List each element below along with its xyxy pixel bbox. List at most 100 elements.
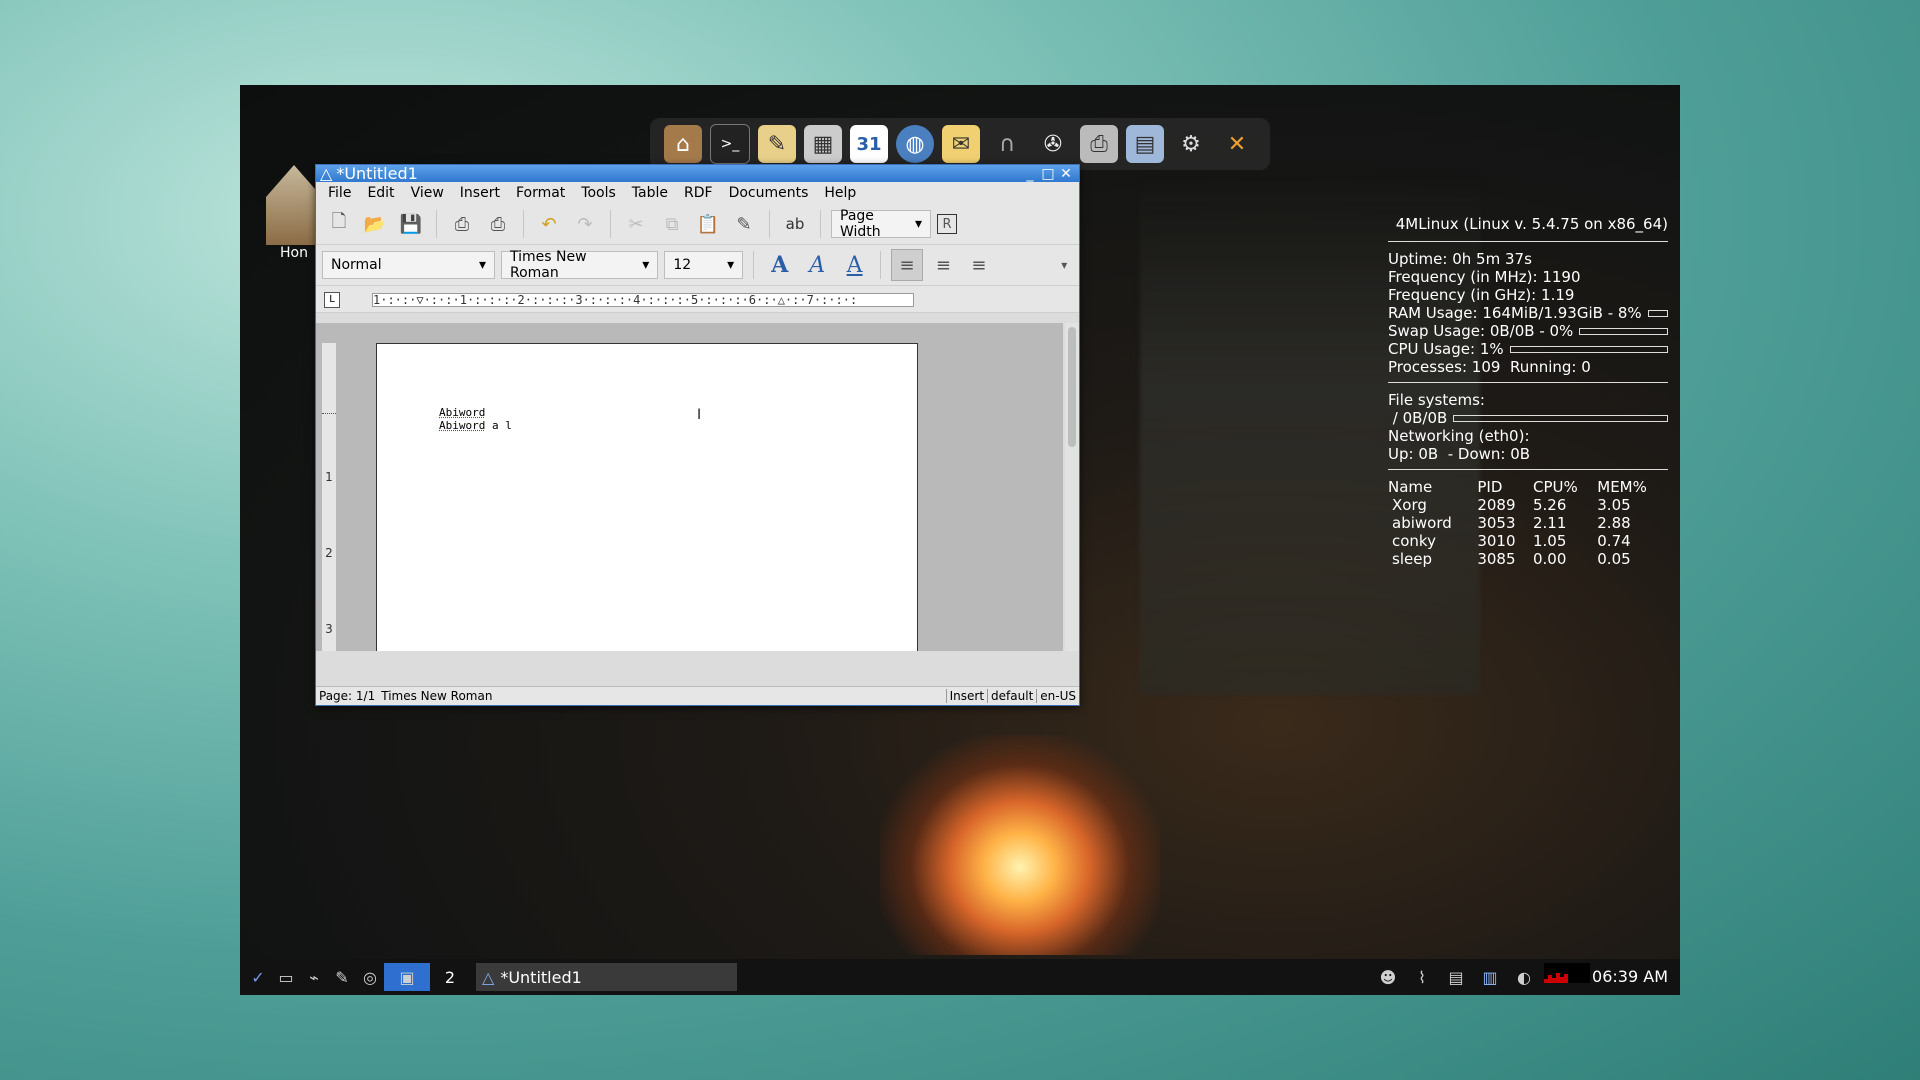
align-right-icon[interactable]: ≡ — [964, 250, 993, 280]
ram-label: RAM Usage: — [1388, 304, 1478, 322]
scrollbar-thumb[interactable] — [1068, 327, 1076, 447]
volume-icon[interactable]: ◐ — [1510, 963, 1538, 991]
clipboard-icon[interactable]: ▤ — [1442, 963, 1470, 991]
printer-icon[interactable]: ⎙ — [1080, 125, 1118, 163]
text-cursor-icon: I — [697, 407, 702, 423]
mail-icon[interactable]: ✉ — [942, 125, 980, 163]
text-line-rest: a l — [485, 419, 512, 432]
copy-icon[interactable]: ⧉ — [657, 209, 687, 239]
titlebar[interactable]: △ *Untitled1 _ □ ✕ — [316, 164, 1079, 183]
workspace-number[interactable]: 2 — [436, 963, 464, 991]
cell: 0.05 — [1597, 550, 1631, 568]
drive-icon[interactable]: ▭ — [272, 963, 300, 991]
size-select[interactable]: 12 ▾ — [664, 251, 744, 279]
settings-icon[interactable]: ⚙ — [1172, 125, 1210, 163]
cell: 3053 — [1477, 514, 1516, 532]
calendar-icon[interactable]: 31 — [850, 125, 888, 163]
save-icon[interactable]: 💾 — [396, 209, 426, 239]
underline-icon[interactable]: A — [839, 253, 870, 278]
undo-icon[interactable]: ↶ — [534, 209, 564, 239]
cell: 2089 — [1477, 496, 1516, 514]
tab-stop-icon[interactable]: L — [324, 292, 340, 308]
ram-bar — [1647, 309, 1668, 317]
rdf-icon[interactable]: R — [937, 214, 957, 234]
calculator-icon[interactable]: ▦ — [804, 125, 842, 163]
vertical-scrollbar[interactable] — [1065, 323, 1079, 651]
document-page[interactable]: Abiword Abiword a l — [376, 343, 918, 651]
spellcheck-icon[interactable]: ab — [780, 209, 810, 239]
menu-insert[interactable]: Insert — [452, 185, 508, 201]
style-select[interactable]: Normal ▾ — [322, 251, 495, 279]
menu-format[interactable]: Format — [508, 185, 573, 201]
align-left-icon[interactable]: ≡ — [891, 249, 923, 281]
uptime-label: Uptime: — [1388, 250, 1448, 268]
taskbar: ✓ ▭ ⌁ ✎ ◎ ▣ 2 △ *Untitled1 ☻ ⌇ ▤ ▥ ◐ 06:… — [240, 959, 1680, 995]
swap-row: Swap Usage: 0B/0B - 0% — [1388, 322, 1668, 340]
horizontal-ruler[interactable]: L 1·:·:·▽·:·:·1·:·:·:·2·:·:·:·3·:·:·:·4·… — [316, 286, 1079, 313]
document-area[interactable]: 1 2 3 Abiword Abiword a l — [316, 323, 1063, 651]
document-text[interactable]: Abiword Abiword a l — [439, 406, 512, 432]
menu-rdf[interactable]: RDF — [676, 185, 721, 201]
paste-icon[interactable]: 📋 — [693, 209, 723, 239]
toolbar-separator — [753, 251, 755, 279]
tools-icon[interactable]: ✎ — [328, 963, 356, 991]
format-painter-icon[interactable]: ✎ — [729, 209, 759, 239]
uptime-row: Uptime: 0h 5m 37s — [1388, 250, 1668, 268]
menu-table[interactable]: Table — [624, 185, 676, 201]
cell: Xorg — [1392, 496, 1427, 514]
menu-help[interactable]: Help — [816, 185, 864, 201]
print-icon[interactable]: ⎙ — [447, 209, 477, 239]
menu-documents[interactable]: Documents — [721, 185, 817, 201]
col-header: PID — [1477, 478, 1503, 496]
menu-edit[interactable]: Edit — [359, 185, 402, 201]
start-menu-icon[interactable]: ✓ — [244, 963, 272, 991]
media-icon[interactable]: ✇ — [1034, 125, 1072, 163]
cut-icon[interactable]: ✂ — [621, 209, 651, 239]
clock[interactable]: 06:39 AM — [1592, 967, 1668, 986]
task-button-untitled1[interactable]: △ *Untitled1 — [476, 963, 737, 991]
vruler-number: 1 — [325, 470, 333, 484]
cpu-value: 1% — [1479, 340, 1504, 358]
font-select[interactable]: Times New Roman ▾ — [501, 249, 659, 281]
size-value: 12 — [673, 257, 692, 273]
align-center-icon[interactable]: ≡ — [929, 250, 958, 280]
redo-icon[interactable]: ↷ — [570, 209, 600, 239]
network-tray-icon[interactable]: ▥ — [1476, 963, 1504, 991]
file-manager-icon[interactable]: ▤ — [1126, 125, 1164, 163]
disc-icon[interactable]: ◎ — [356, 963, 384, 991]
browser-icon[interactable]: ◍ — [896, 125, 934, 163]
text-editor-icon[interactable]: ✎ — [758, 125, 796, 163]
col-header: Name — [1388, 478, 1433, 496]
system-tray: ☻ ⌇ ▤ ▥ ◐ — [1374, 963, 1590, 991]
menu-view[interactable]: View — [403, 185, 452, 201]
workspace-pager-icon[interactable]: ▣ — [384, 963, 430, 991]
exit-icon[interactable]: ✕ — [1218, 125, 1256, 163]
toolbar-overflow-icon[interactable]: ▾ — [1050, 250, 1079, 280]
minimize-button[interactable]: _ — [1021, 166, 1039, 182]
terminal-icon[interactable]: >_ — [710, 124, 750, 164]
italic-icon[interactable]: A — [802, 253, 833, 278]
network-icon[interactable]: ⌁ — [300, 963, 328, 991]
zoom-select[interactable]: Page Width ▾ — [831, 208, 931, 240]
graph-bar — [1564, 974, 1568, 983]
close-button[interactable]: ✕ — [1057, 166, 1075, 182]
new-document-icon[interactable]: 🗋 — [324, 209, 354, 239]
toolbar-separator — [610, 210, 611, 238]
style-value: Normal — [331, 257, 382, 273]
divider — [1388, 241, 1668, 242]
menu-file[interactable]: File — [320, 185, 359, 201]
ruler-number: 7 — [806, 293, 814, 307]
freq-mhz-row: Frequency (in MHz): 1190 — [1388, 268, 1668, 286]
paperclip-icon[interactable]: ⌇ — [1408, 963, 1436, 991]
open-folder-icon[interactable]: 📂 — [360, 209, 390, 239]
ruler-number: 6 — [748, 293, 757, 307]
freq-ghz-row: Frequency (in GHz): 1.19 — [1388, 286, 1668, 304]
bold-icon[interactable]: A — [764, 252, 795, 278]
headphones-icon[interactable]: ∩ — [988, 125, 1026, 163]
print-preview-icon[interactable]: ⎙ — [483, 209, 513, 239]
user-icon[interactable]: ☻ — [1374, 963, 1402, 991]
toolbar-separator — [769, 210, 770, 238]
maximize-button[interactable]: □ — [1039, 166, 1057, 182]
home-icon[interactable]: ⌂ — [664, 125, 702, 163]
menu-tools[interactable]: Tools — [573, 185, 624, 201]
